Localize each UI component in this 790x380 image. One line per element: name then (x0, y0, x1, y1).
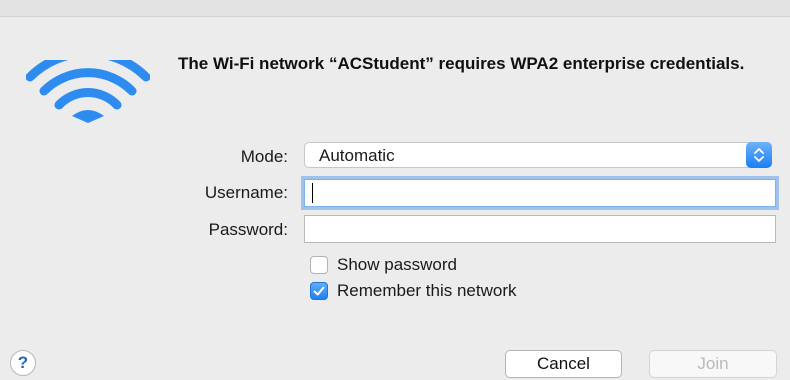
show-password-checkbox[interactable] (310, 256, 328, 274)
wifi-credentials-dialog: The Wi-Fi network “ACStudent” requires W… (0, 0, 790, 380)
remember-network-checkbox[interactable] (310, 282, 328, 300)
cancel-button[interactable]: Cancel (505, 350, 622, 378)
mode-label: Mode: (240, 147, 288, 166)
password-label: Password: (208, 220, 288, 239)
dialog-title: The Wi-Fi network “ACStudent” requires W… (178, 54, 745, 73)
checkmark-icon (313, 286, 325, 296)
help-button[interactable]: ? (10, 350, 36, 376)
password-field[interactable] (304, 215, 776, 243)
show-password-label[interactable]: Show password (337, 255, 457, 275)
join-button[interactable]: Join (649, 350, 777, 378)
mode-select-value: Automatic (319, 146, 395, 165)
select-stepper-icon[interactable] (746, 142, 772, 168)
mode-select[interactable]: Automatic (304, 142, 772, 168)
wifi-icon (26, 60, 150, 123)
dialog-top-edge (0, 0, 790, 17)
username-label: Username: (204, 183, 288, 202)
text-caret (312, 183, 313, 203)
username-field[interactable] (304, 179, 776, 207)
remember-network-label[interactable]: Remember this network (337, 281, 517, 301)
